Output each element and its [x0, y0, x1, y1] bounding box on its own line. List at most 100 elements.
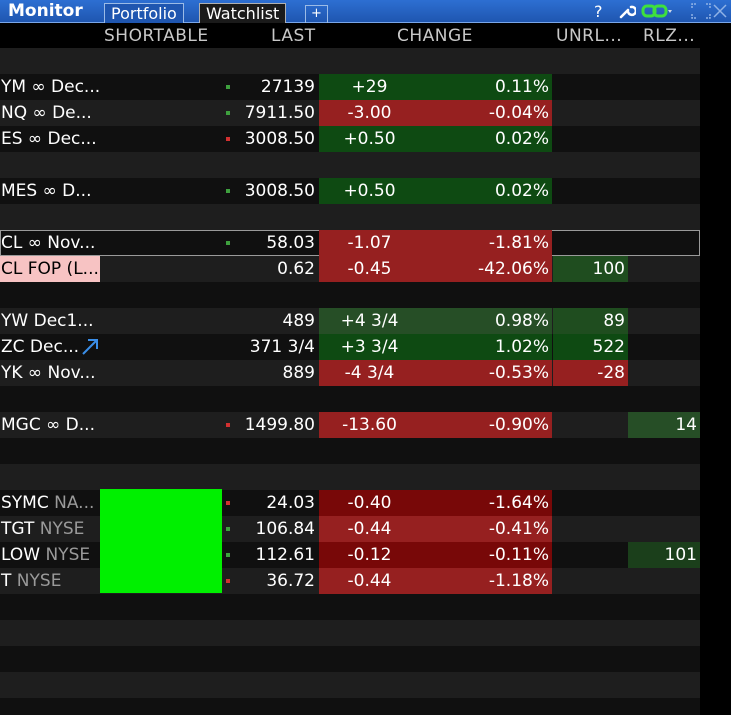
table-row-empty	[0, 48, 700, 74]
last-price: 3008.50	[244, 129, 315, 149]
table-row[interactable]: NQ ∞ De... 7911.50 -3.00 -0.04%	[0, 100, 700, 126]
link-icon[interactable]	[641, 2, 673, 24]
unrealized-pnl: 89	[553, 308, 628, 334]
close-icon[interactable]	[712, 2, 728, 24]
col-shortable[interactable]: SHORTABLE	[104, 26, 209, 46]
last-price: 0.62	[277, 259, 315, 279]
change-percent: 1.02%	[420, 334, 552, 360]
change-value: -0.45	[319, 256, 420, 282]
last-price: 58.03	[266, 233, 315, 253]
col-change[interactable]: CHANGE	[397, 26, 473, 46]
col-realized[interactable]: RLZ...	[643, 26, 695, 46]
change-percent: -1.64%	[420, 490, 552, 516]
last-price: 889	[282, 363, 315, 383]
symbol-cell[interactable]: MGC ∞ D...	[0, 412, 100, 438]
table-row-empty	[0, 386, 700, 412]
table-row-empty	[0, 282, 700, 308]
symbol-cell[interactable]: LOW NYSE	[0, 542, 100, 568]
change-percent: -42.06%	[420, 256, 552, 282]
last-price: 36.72	[266, 571, 315, 591]
app-title: Monitor	[8, 1, 83, 21]
change-percent: 0.02%	[420, 178, 552, 204]
table-row-empty	[0, 672, 700, 698]
symbol-cell[interactable]: CL ∞ Nov...	[0, 230, 100, 256]
exchange-label: NYSE	[16, 571, 62, 591]
change-percent: -1.18%	[420, 568, 552, 594]
symbol-cell[interactable]: MES ∞ D...	[0, 178, 100, 204]
column-header-row: SHORTABLE LAST CHANGE UNRL... RLZ...	[0, 24, 700, 48]
table-row-empty	[0, 438, 700, 464]
tab-watchlist[interactable]: Watchlist	[199, 3, 287, 23]
exchange-label: NYSE	[39, 519, 85, 539]
change-value: -0.12	[319, 542, 420, 568]
tab-portfolio[interactable]: Portfolio	[104, 3, 184, 23]
symbol-ticker: T	[1, 571, 12, 591]
symbol-ticker: SYMC	[1, 493, 49, 513]
symbol-cell[interactable]: ES ∞ Dec...	[0, 126, 100, 152]
symbol-cell[interactable]: NQ ∞ De...	[0, 100, 100, 126]
table-row-empty	[0, 620, 700, 646]
scroll-gutter	[700, 24, 731, 715]
table-row[interactable]: MGC ∞ D... 1499.80 -13.60 -0.90% 14	[0, 412, 700, 438]
wrench-icon[interactable]	[618, 2, 638, 24]
change-value: +0.50	[319, 178, 420, 204]
change-value: -4 3/4	[319, 360, 420, 386]
last-price: 24.03	[266, 493, 315, 513]
realized-pnl: 14	[628, 412, 700, 438]
change-value: -0.40	[319, 490, 420, 516]
add-tab-button[interactable]: +	[305, 5, 328, 23]
change-percent: -0.53%	[420, 360, 552, 386]
change-value: +0.50	[319, 126, 420, 152]
symbol-cell[interactable]: TGT NYSE	[0, 516, 100, 542]
symbol-cell[interactable]: SYMC NA...	[0, 490, 100, 516]
unrealized-pnl: 522	[553, 334, 628, 360]
table-row[interactable]: ES ∞ Dec... 3008.50 +0.50 0.02%	[0, 126, 700, 152]
symbol-cell[interactable]: YW Dec1...	[0, 308, 100, 334]
symbol-cell[interactable]: T NYSE	[0, 568, 100, 594]
help-icon[interactable]: ?	[594, 2, 603, 21]
symbol-cell[interactable]: YM ∞ Dec...	[0, 74, 100, 100]
symbol-cell[interactable]: YK ∞ Nov...	[0, 360, 100, 386]
last-price: 106.84	[255, 519, 315, 539]
table-row-selected[interactable]: CL ∞ Nov... 58.03 -1.07 -1.81%	[0, 230, 700, 256]
table-row-empty	[0, 152, 700, 178]
change-percent: 0.11%	[420, 74, 552, 100]
symbol-ticker: LOW	[1, 545, 41, 565]
table-row-empty	[0, 594, 700, 620]
col-last[interactable]: LAST	[271, 26, 316, 46]
symbol-ticker: TGT	[1, 519, 35, 539]
exchange-label: NA...	[54, 493, 95, 513]
table-row[interactable]: MES ∞ D... 3008.50 +0.50 0.02%	[0, 178, 700, 204]
symbol-cell[interactable]: CL FOP (L...	[0, 256, 100, 282]
table-row[interactable]: CL FOP (L... 0.62 -0.45 -42.06% 100	[0, 256, 700, 282]
exchange-label: NYSE	[45, 545, 91, 565]
change-value: +3 3/4	[319, 334, 420, 360]
change-value: -1.07	[319, 230, 420, 256]
last-price: 112.61	[255, 545, 315, 565]
table-row-empty	[0, 204, 700, 230]
col-unrealized[interactable]: UNRL...	[556, 26, 622, 46]
shortable-indicator	[100, 489, 222, 593]
change-percent: -0.04%	[420, 100, 552, 126]
title-bar: Monitor Portfolio Watchlist + ?	[0, 0, 731, 23]
table-row[interactable]: YK ∞ Nov... 889 -4 3/4 -0.53% -28	[0, 360, 700, 386]
last-price: 489	[282, 311, 315, 331]
change-percent: -0.90%	[420, 412, 552, 438]
realized-pnl: 101	[628, 542, 700, 568]
table-row[interactable]: ZC Dec... 371 3/4 +3 3/4 1.02% 522	[0, 334, 700, 360]
change-value: -3.00	[319, 100, 420, 126]
last-price: 371 3/4	[249, 337, 315, 357]
table-row-empty	[0, 646, 700, 672]
last-price: 7911.50	[244, 103, 315, 123]
change-value: -0.44	[319, 516, 420, 542]
change-value: -0.44	[319, 568, 420, 594]
change-value: -13.60	[319, 412, 420, 438]
table-row-empty	[0, 464, 700, 490]
expand-icon[interactable]	[690, 2, 712, 24]
table-row[interactable]: YM ∞ Dec... 27139 +29 0.11%	[0, 74, 700, 100]
table-row[interactable]: YW Dec1... 489 +4 3/4 0.98% 89	[0, 308, 700, 334]
change-percent: -0.11%	[420, 542, 552, 568]
last-price: 3008.50	[244, 181, 315, 201]
change-percent: -1.81%	[420, 230, 552, 256]
unrealized-pnl: -28	[553, 360, 628, 386]
